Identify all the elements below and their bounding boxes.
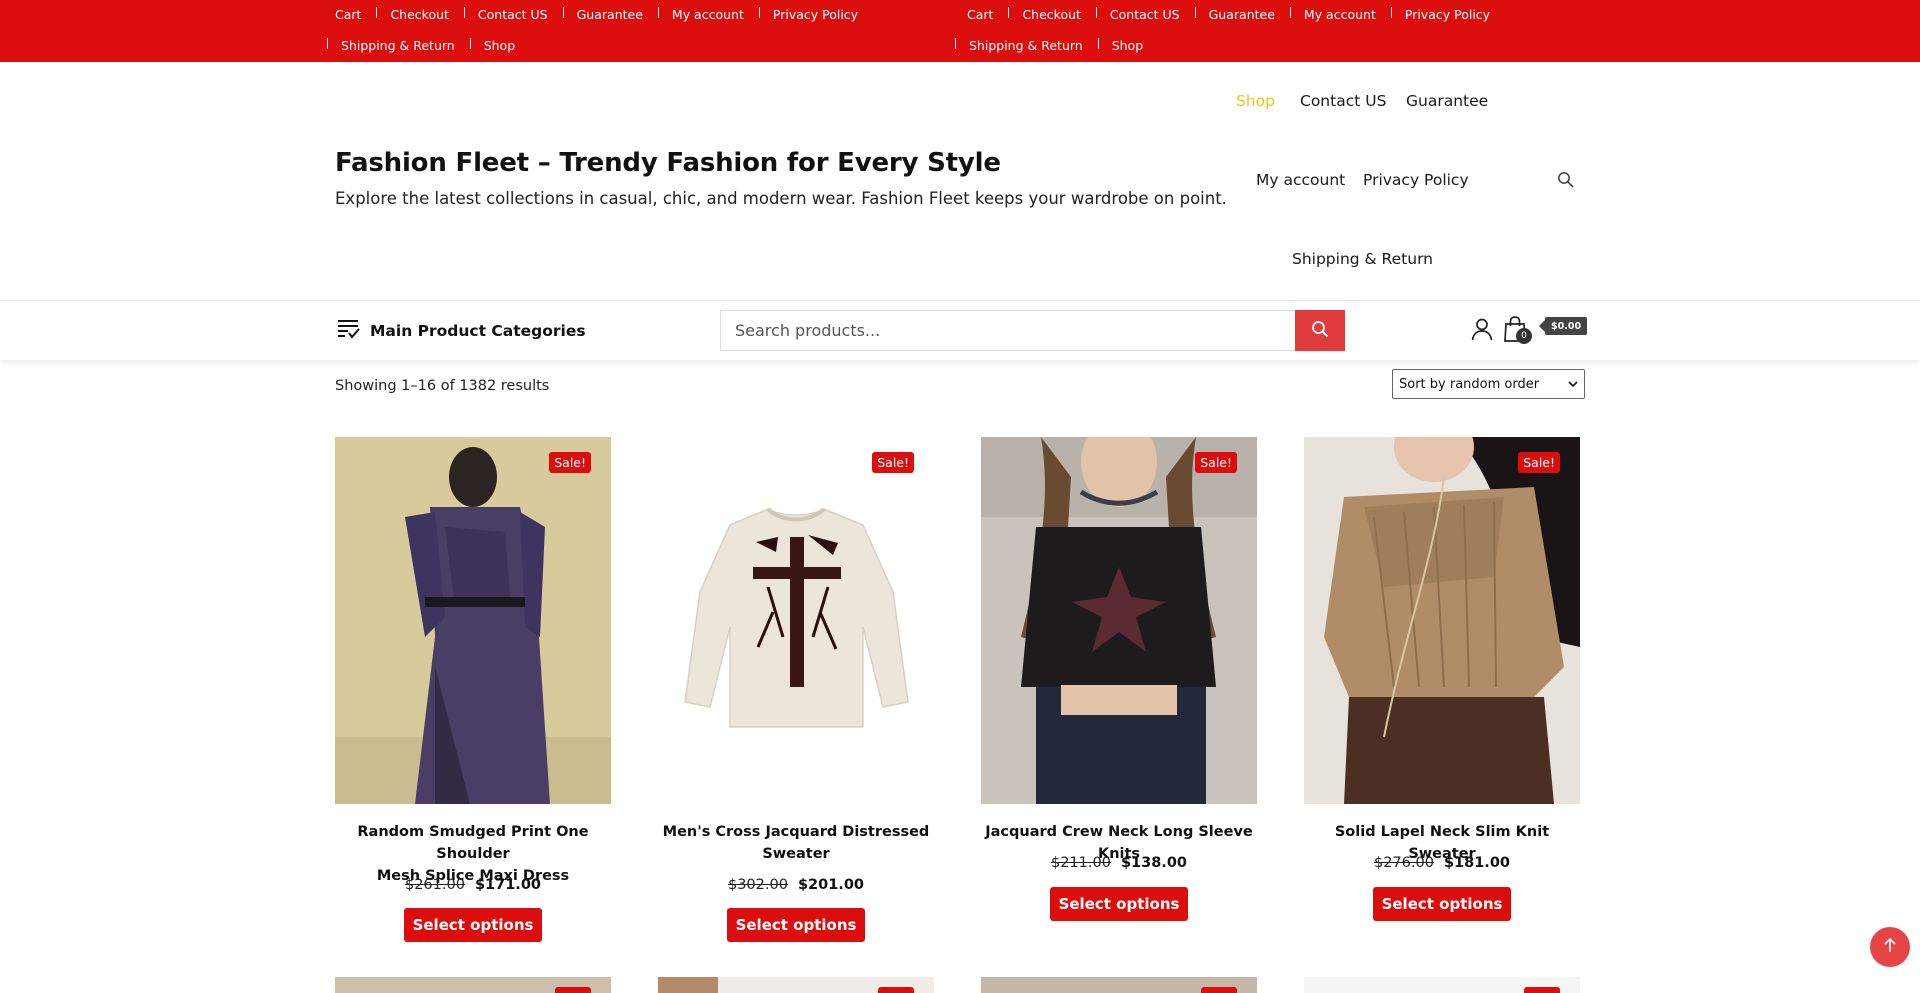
select-options-button[interactable]: Select options <box>727 908 865 942</box>
regular-price: $261.00 <box>404 877 465 893</box>
product-price: $211.00 $138.00 <box>981 855 1257 871</box>
top-link-shop[interactable]: Shop <box>1112 38 1143 54</box>
sale-badge <box>1201 987 1237 993</box>
separator <box>327 38 328 49</box>
product-price: $302.00 $201.00 <box>658 877 934 893</box>
regular-price: $276.00 <box>1373 855 1434 871</box>
separator <box>955 38 956 49</box>
site-description: Explore the latest collections in casual… <box>335 189 1227 208</box>
back-to-top-button[interactable] <box>1870 927 1910 967</box>
cart-total-badge[interactable]: $0.00 <box>1538 317 1588 335</box>
nav-link-guarantee[interactable]: Guarantee <box>1406 92 1488 110</box>
product-search-button[interactable] <box>1295 310 1345 351</box>
product-image[interactable] <box>1304 977 1580 993</box>
product-image[interactable]: Sale! <box>981 437 1257 804</box>
separator <box>1008 7 1010 18</box>
nav-link-privacy[interactable]: Privacy Policy <box>1363 171 1469 189</box>
sale-price: $181.00 <box>1443 855 1510 871</box>
sale-badge: Sale! <box>1518 452 1560 473</box>
sale-price: $201.00 <box>797 877 864 893</box>
separator <box>657 7 659 18</box>
sort-order-value: Sort by random order <box>1399 376 1540 392</box>
select-options-button[interactable]: Select options <box>404 908 542 942</box>
top-link-guarantee[interactable]: Guarantee <box>1209 7 1275 23</box>
main-categories-toggle[interactable]: Main Product Categories <box>337 318 586 344</box>
product-image[interactable] <box>981 977 1257 993</box>
cart-count-badge: 0 <box>1516 328 1532 344</box>
sale-price: $171.00 <box>474 877 541 893</box>
search-icon <box>1311 320 1329 342</box>
sale-badge <box>555 987 591 993</box>
top-link-checkout[interactable]: Checkout <box>1022 7 1080 23</box>
nav-link-shipping[interactable]: Shipping & Return <box>1292 250 1433 268</box>
product-search-input[interactable] <box>721 311 1295 350</box>
top-bar: Cart Checkout Contact US Guarantee My ac… <box>0 0 1920 62</box>
product-price: $261.00 $171.00 <box>335 877 611 893</box>
separator <box>1390 7 1392 18</box>
separator <box>1289 7 1291 18</box>
top-link-shipping[interactable]: Shipping & Return <box>969 38 1083 54</box>
nav-link-my-account[interactable]: My account <box>1256 171 1345 189</box>
top-link-my-account[interactable]: My account <box>672 7 744 23</box>
top-link-shop[interactable]: Shop <box>484 38 515 54</box>
category-search-bar: Main Product Categories 0 $0.00 <box>0 300 1920 360</box>
product-image[interactable] <box>335 977 611 993</box>
user-account-icon[interactable] <box>1470 317 1494 341</box>
separator <box>469 38 471 49</box>
product-image[interactable] <box>658 977 934 993</box>
search-icon[interactable] <box>1557 171 1575 189</box>
select-options-button[interactable]: Select options <box>1050 887 1188 921</box>
top-link-shipping[interactable]: Shipping & Return <box>341 38 455 54</box>
separator <box>376 7 378 18</box>
sale-badge: Sale! <box>1195 452 1237 473</box>
top-link-checkout[interactable]: Checkout <box>390 7 448 23</box>
top-link-my-account[interactable]: My account <box>1304 7 1376 23</box>
separator <box>1097 38 1099 49</box>
separator <box>1194 7 1196 18</box>
top-link-privacy[interactable]: Privacy Policy <box>1405 7 1490 23</box>
chevron-down-icon <box>1568 377 1578 392</box>
regular-price: $211.00 <box>1050 855 1111 871</box>
product-title-line: Random Smudged Print One Shoulder <box>357 824 589 862</box>
select-options-button[interactable]: Select options <box>1373 887 1511 921</box>
separator <box>562 7 564 18</box>
sale-badge <box>878 987 914 993</box>
site-title[interactable]: Fashion Fleet – Trendy Fashion for Every… <box>335 148 1001 178</box>
sort-order-select[interactable]: Sort by random order <box>1392 369 1585 399</box>
product-image[interactable]: Sale! <box>1304 437 1580 804</box>
result-count: Showing 1–16 of 1382 results <box>335 378 550 394</box>
arrow-up-icon <box>1883 937 1897 957</box>
product-image[interactable]: Sale! <box>658 437 934 804</box>
top-link-contact[interactable]: Contact US <box>1110 7 1180 23</box>
top-link-contact[interactable]: Contact US <box>478 7 548 23</box>
top-link-guarantee[interactable]: Guarantee <box>577 7 643 23</box>
product-price: $276.00 $181.00 <box>1304 855 1580 871</box>
nav-link-shop[interactable]: Shop <box>1236 92 1275 110</box>
sale-price: $138.00 <box>1120 855 1187 871</box>
sale-badge: Sale! <box>549 452 591 473</box>
product-title[interactable]: Men's Cross Jacquard Distressed Sweater <box>658 821 934 865</box>
product-title-line: Sweater <box>762 846 830 862</box>
product-search-form <box>720 310 1345 351</box>
product-image[interactable]: Sale! <box>335 437 611 804</box>
sale-badge: Sale! <box>872 452 914 473</box>
top-link-cart[interactable]: Cart <box>335 7 361 23</box>
sale-badge <box>1524 987 1560 993</box>
separator <box>463 7 465 18</box>
top-link-privacy[interactable]: Privacy Policy <box>773 7 858 23</box>
category-list-icon <box>337 318 361 344</box>
nav-link-contact[interactable]: Contact US <box>1300 92 1386 110</box>
main-categories-label: Main Product Categories <box>370 322 586 340</box>
product-title-line: Men's Cross Jacquard Distressed <box>662 824 930 840</box>
separator <box>1095 7 1097 18</box>
top-link-cart[interactable]: Cart <box>967 7 993 23</box>
regular-price: $302.00 <box>727 877 788 893</box>
separator <box>758 7 760 18</box>
